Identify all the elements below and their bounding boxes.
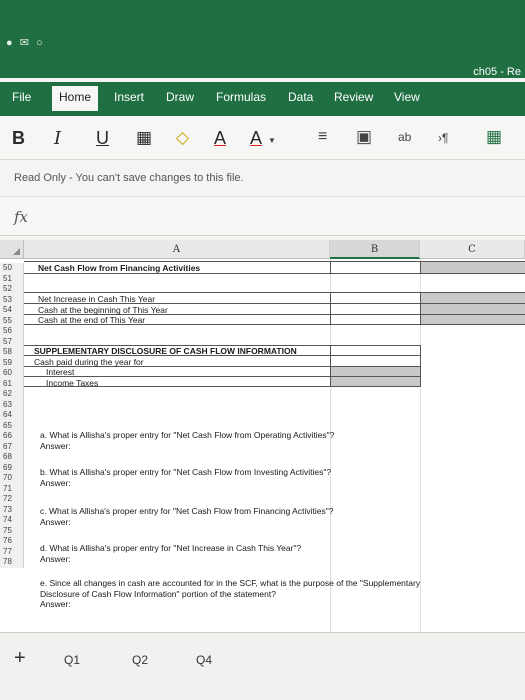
border-line	[420, 345, 421, 387]
tab-data[interactable]: Data	[288, 90, 313, 104]
row-number[interactable]: 58	[0, 347, 24, 358]
row-number[interactable]: 59	[0, 357, 24, 368]
fx-icon[interactable]: fx	[14, 208, 28, 226]
cell-question-c[interactable]: c. What is Allisha's proper entry for "N…	[40, 506, 333, 517]
font-color-button[interactable]: A	[214, 128, 226, 149]
cell-supplementary-heading[interactable]: SUPPLEMENTARY DISCLOSURE OF CASH FLOW IN…	[34, 346, 297, 357]
select-all-corner[interactable]	[0, 240, 24, 259]
sheet-tab-q4[interactable]: Q4	[196, 653, 212, 667]
document-title: ch05 - Re	[473, 66, 521, 78]
highlight-color-button[interactable]: A	[250, 128, 262, 149]
cell-answer-d[interactable]: Answer:	[40, 554, 71, 565]
row-number[interactable]: 67	[0, 441, 24, 452]
cell-net-increase[interactable]: Net Increase in Cash This Year	[38, 294, 155, 305]
border-line	[330, 292, 331, 325]
border-line	[420, 292, 421, 325]
bold-button[interactable]: B	[12, 128, 25, 149]
row-number[interactable]: 54	[0, 305, 24, 316]
cell-question-b[interactable]: b. What is Allisha's proper entry for "N…	[40, 467, 331, 478]
tab-formulas[interactable]: Formulas	[216, 90, 266, 104]
read-only-notice: Read Only - You can't save changes to th…	[14, 172, 244, 184]
column-header-b[interactable]: B	[330, 240, 420, 259]
border-line	[330, 345, 331, 387]
cell-question-e-cont[interactable]: Disclosure of Cash Flow Information" por…	[40, 589, 276, 600]
cell-question-a[interactable]: a. What is Allisha's proper entry for "N…	[40, 430, 334, 441]
row-number[interactable]: 57	[0, 336, 24, 347]
cell-cash-beginning[interactable]: Cash at the beginning of This Year	[38, 305, 168, 316]
column-header-c[interactable]: C	[420, 240, 525, 259]
row-number[interactable]: 61	[0, 378, 24, 389]
tab-draw[interactable]: Draw	[166, 90, 194, 104]
row-number[interactable]: 62	[0, 389, 24, 400]
ribbon-toolbar: B I U ▦ ◇ A A ▼ ≡ ▣ ab ›¶ ▦	[0, 116, 525, 160]
shaded-cell	[421, 292, 525, 324]
cell-answer-b[interactable]: Answer:	[40, 478, 71, 489]
cell-answer-c[interactable]: Answer:	[40, 517, 71, 528]
sheet-tab-q1[interactable]: Q1	[64, 653, 80, 667]
sheet-tab-q2[interactable]: Q2	[132, 653, 148, 667]
cell-answer-a[interactable]: Answer:	[40, 441, 71, 452]
chevron-down-icon[interactable]: ▼	[268, 136, 276, 145]
cell-cash-end[interactable]: Cash at the end of This Year	[38, 315, 145, 326]
tab-file[interactable]: File	[12, 90, 31, 104]
row-number[interactable]: 64	[0, 410, 24, 421]
cell-question-e[interactable]: e. Since all changes in cash are account…	[40, 578, 420, 589]
tab-review[interactable]: Review	[334, 90, 373, 104]
row-number[interactable]: 50	[0, 263, 24, 274]
border-line	[330, 261, 331, 274]
wrap-text-button[interactable]: ab	[398, 130, 411, 144]
formula-bar: fx	[0, 196, 525, 236]
format-icon[interactable]: ▦	[486, 127, 502, 147]
row-number[interactable]: 63	[0, 399, 24, 410]
row-number[interactable]: 73	[0, 504, 24, 515]
cell-answer-e[interactable]: Answer:	[40, 599, 71, 610]
row-number[interactable]: 55	[0, 315, 24, 326]
row-number[interactable]: 76	[0, 536, 24, 547]
row-number[interactable]: 52	[0, 284, 24, 295]
tab-view[interactable]: View	[394, 90, 420, 104]
italic-button[interactable]: I	[54, 128, 61, 149]
row-number[interactable]: 68	[0, 452, 24, 463]
row-number[interactable]: 72	[0, 494, 24, 505]
borders-icon[interactable]: ▦	[136, 128, 152, 148]
row-number[interactable]: 70	[0, 473, 24, 484]
align-icon[interactable]: ≡	[318, 128, 327, 146]
underline-button[interactable]: U	[96, 128, 109, 149]
row-number[interactable]: 78	[0, 557, 24, 568]
cell-interest[interactable]: Interest	[46, 367, 74, 378]
row-number[interactable]: 69	[0, 462, 24, 473]
cell-question-d[interactable]: d. What is Allisha's proper entry for "N…	[40, 543, 301, 554]
tab-insert[interactable]: Insert	[114, 90, 144, 104]
merge-cells-icon[interactable]: ▣	[356, 127, 372, 147]
row-number[interactable]: 71	[0, 483, 24, 494]
status-icons: ● ✉ ○	[6, 37, 45, 49]
text-direction-icon[interactable]: ›¶	[438, 131, 448, 145]
add-sheet-icon[interactable]: +	[14, 647, 26, 670]
cell-cash-paid[interactable]: Cash paid during the year for	[34, 357, 144, 368]
cell-net-cash-financing[interactable]: Net Cash Flow from Financing Activities	[38, 263, 200, 274]
spreadsheet-grid[interactable]: A B C 50 51 52 53 54 55 56 57 58 59 60 6…	[0, 240, 525, 632]
row-number[interactable]: 60	[0, 368, 24, 379]
row-number[interactable]: 65	[0, 420, 24, 431]
column-header-a[interactable]: A	[24, 240, 330, 259]
ribbon-tabs: File Home Insert Draw Formulas Data Revi…	[0, 82, 525, 116]
row-number[interactable]: 77	[0, 546, 24, 557]
row-number[interactable]: 74	[0, 515, 24, 526]
row-number[interactable]: 51	[0, 273, 24, 284]
shaded-cell	[421, 261, 525, 273]
title-bar: ● ✉ ○ ch05 - Re	[0, 0, 525, 78]
border-line	[420, 261, 421, 274]
fill-color-icon[interactable]: ◇	[176, 128, 189, 148]
row-number[interactable]: 75	[0, 525, 24, 536]
border-line	[24, 261, 525, 262]
cell-income-taxes[interactable]: Income Taxes	[46, 378, 98, 389]
row-number[interactable]: 66	[0, 431, 24, 442]
row-number[interactable]: 53	[0, 294, 24, 305]
border-line	[24, 292, 525, 293]
tab-home[interactable]: Home	[52, 86, 99, 111]
row-number[interactable]: 56	[0, 326, 24, 337]
sheet-tab-bar: + Q1 Q2 Q4	[0, 632, 525, 700]
